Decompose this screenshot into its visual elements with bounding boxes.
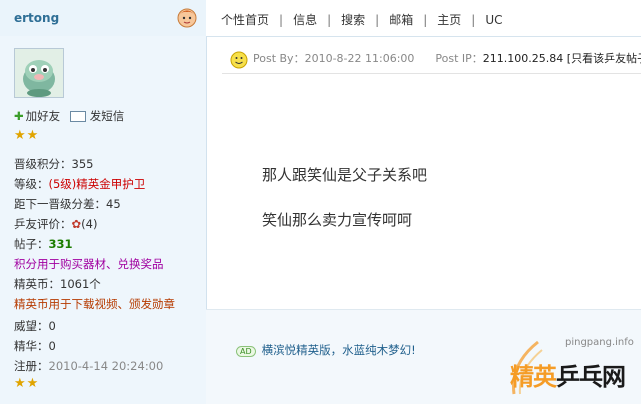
post-by-time: 2010-8-22 11:06:00 — [304, 52, 415, 65]
smiley-avatar-icon — [177, 8, 197, 28]
plus-icon: ✚ — [14, 109, 24, 123]
next-level-label: 距下一晋级分差： — [14, 197, 106, 211]
coins-value: 1061个 — [60, 277, 101, 291]
star-icon: ★ — [26, 128, 40, 143]
essence-label: 精华： — [14, 339, 49, 353]
avatar[interactable] — [14, 48, 64, 98]
rating-value: (4) — [81, 217, 98, 231]
level-points-value: 355 — [71, 157, 94, 171]
post-meta: Post By：2010-8-22 11:06:00 Post IP：211.1… — [253, 50, 641, 66]
menu-search[interactable]: 搜索 — [341, 13, 365, 27]
post-ip-label: Post IP： — [435, 52, 483, 65]
post-by-label: Post By： — [253, 52, 305, 65]
level-points-row: 晋级积分：355 — [14, 156, 93, 172]
level-points-label: 晋级积分： — [14, 157, 72, 171]
top-bar: ertong 个性首页 | 信息 | 搜索 | 邮箱 | 主页 | UC — [0, 0, 641, 37]
view-only-this-user-link[interactable]: [只看该乒友帖子] — [567, 52, 641, 65]
menu-messages[interactable]: 信息 — [293, 13, 317, 27]
watermark-text: 精英乒乓网 — [510, 357, 626, 392]
flower-icon: ✿ — [71, 217, 82, 231]
user-profile-panel: ✚ 加好友 发短信 ★★ 晋级积分：355 等级：(5级)精英金甲护卫 距下一晋级… — [0, 36, 207, 404]
menu-homepage[interactable]: 主页 — [437, 13, 461, 27]
star-icon: ★ — [26, 376, 40, 391]
registered-label: 注册： — [14, 359, 49, 373]
posts-row: 帖子：331 — [14, 236, 73, 252]
menu-separator: | — [279, 13, 284, 27]
profile-actions: ✚ 加好友 发短信 — [14, 108, 130, 124]
post-line-2: 笑仙那么卖力宣传呵呵 — [262, 211, 413, 229]
menu-mailbox[interactable]: 邮箱 — [389, 13, 413, 27]
rank-label: 等级： — [14, 177, 49, 191]
send-message-label: 发短信 — [89, 109, 125, 123]
content-divider — [222, 73, 641, 74]
add-friend-label: 加好友 — [25, 109, 61, 123]
menu-separator: | — [471, 13, 476, 27]
prestige-value: 0 — [48, 319, 56, 333]
ad-badge: AD — [236, 346, 256, 357]
bottom-stars: ★★ — [14, 376, 39, 391]
next-level-row: 距下一晋级分差：45 — [14, 196, 121, 212]
prestige-label: 威望： — [14, 319, 49, 333]
ad-text: 横滨悦精英版，水蓝纯木梦幻! — [261, 343, 416, 357]
menu-separator: | — [423, 13, 428, 27]
registered-row: 注册：2010-4-14 20:24:00 — [14, 358, 163, 374]
menu-separator: | — [327, 13, 332, 27]
posts-value[interactable]: 331 — [49, 237, 73, 251]
watermark-text-orange: 精英 — [510, 363, 557, 391]
add-friend-button[interactable]: ✚ 加好友 — [14, 108, 60, 124]
rating-label: 乒友评价： — [14, 217, 72, 231]
points-note[interactable]: 积分用于购买器材、兑换奖品 — [14, 256, 164, 272]
essence-value: 0 — [48, 339, 56, 353]
user-header: ertong — [0, 0, 206, 37]
star-icon: ★ — [14, 128, 27, 143]
prestige-row: 威望：0 — [14, 318, 56, 334]
coins-row: 精英币：1061个 — [14, 276, 101, 292]
registered-value: 2010-4-14 20:24:00 — [48, 359, 164, 373]
star-icon: ★ — [14, 376, 27, 391]
watermark-text-black: 乒乓网 — [556, 363, 626, 391]
envelope-icon — [69, 111, 86, 122]
rank-row: 等级：(5级)精英金甲护卫 — [14, 176, 145, 192]
coins-label: 精英币： — [14, 277, 60, 291]
post-ip-value: 211.100.25.84 — [482, 52, 564, 65]
essence-row: 精华：0 — [14, 338, 56, 354]
forum-post-frame: ertong 个性首页 | 信息 | 搜索 | 邮箱 | 主页 | UC ✚ 加… — [0, 0, 641, 404]
rank-stars: ★★ — [14, 128, 39, 143]
rating-row: 乒友评价：✿(4) — [14, 216, 97, 232]
post-line-1: 那人跟笑仙是父子关系吧 — [262, 166, 428, 184]
watermark-url: pingpang.info — [565, 337, 634, 348]
smiley-icon — [230, 51, 248, 69]
send-message-button[interactable]: 发短信 — [69, 108, 125, 124]
ad-link[interactable]: AD 横滨悦精英版，水蓝纯木梦幻! — [236, 342, 416, 358]
rank-value: (5级)精英金甲护卫 — [48, 177, 146, 191]
coins-note[interactable]: 精英币用于下载视频、颁发勋章 — [14, 296, 175, 312]
menu-home[interactable]: 个性首页 — [221, 13, 269, 27]
posts-label: 帖子： — [14, 237, 49, 251]
top-menu: 个性首页 | 信息 | 搜索 | 邮箱 | 主页 | UC — [221, 11, 502, 28]
menu-uc[interactable]: UC — [485, 13, 502, 27]
next-level-value: 45 — [106, 197, 121, 211]
username[interactable]: ertong — [14, 11, 59, 25]
menu-separator: | — [375, 13, 380, 27]
